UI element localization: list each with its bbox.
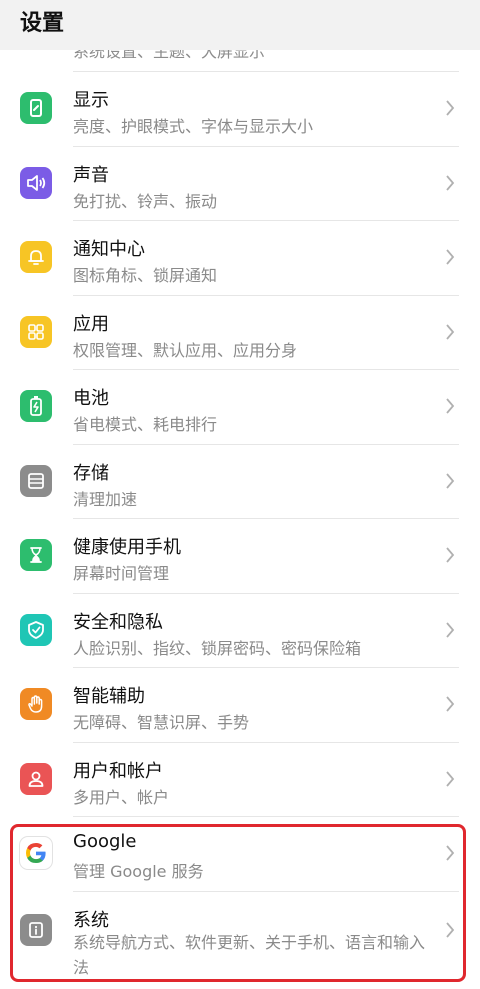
hand-icon xyxy=(20,688,52,720)
divider xyxy=(73,369,459,370)
item-subtitle: 图标角标、锁屏通知 xyxy=(73,266,218,285)
divider xyxy=(73,71,459,72)
chevron-right-icon xyxy=(446,398,455,414)
item-title: 系统 xyxy=(73,909,109,931)
item-title: Google xyxy=(73,831,137,852)
item-title: 健康使用手机 xyxy=(73,537,181,558)
item-title: 显示 xyxy=(73,90,109,111)
settings-item-storage[interactable]: 存储 清理加速 xyxy=(0,443,480,519)
item-title: 用户和帐户 xyxy=(73,760,163,782)
chevron-right-icon xyxy=(446,845,455,861)
settings-item-battery[interactable]: 电池 省电模式、耗电排行 xyxy=(0,369,480,444)
divider xyxy=(73,220,459,221)
item-title: 电池 xyxy=(73,388,109,409)
settings-item-security[interactable]: 安全和隐私 人脸识别、指纹、锁屏密码、密码保险箱 xyxy=(0,592,480,668)
divider xyxy=(73,145,459,147)
item-title: 声音 xyxy=(73,164,109,186)
chevron-right-icon xyxy=(446,770,455,787)
item-title: 智能辅助 xyxy=(73,686,145,707)
chevron-right-icon xyxy=(446,100,455,116)
hourglass-icon xyxy=(20,539,52,571)
speaker-icon xyxy=(20,166,52,199)
item-title: 通知中心 xyxy=(73,239,145,260)
storage-icon xyxy=(20,464,52,497)
chevron-right-icon xyxy=(446,696,455,712)
chevron-right-icon xyxy=(446,921,455,938)
settings-item-notifications[interactable]: 通知中心 图标角标、锁屏通知 xyxy=(0,220,480,295)
item-subtitle: 无障碍、智慧识屏、手势 xyxy=(73,713,250,732)
settings-list: 显示 亮度、护眼模式、字体与显示大小 声音 免打扰、铃声、振动 通知中心 图标角… xyxy=(0,71,480,981)
settings-item-sound[interactable]: 声音 免打扰、铃声、振动 xyxy=(0,145,480,221)
google-icon xyxy=(20,837,52,869)
display-icon xyxy=(20,92,52,124)
item-subtitle: 人脸识别、指纹、锁屏密码、密码保险箱 xyxy=(73,638,362,658)
chevron-right-icon xyxy=(446,174,455,191)
info-icon xyxy=(20,913,52,946)
item-subtitle: 免打扰、铃声、振动 xyxy=(73,191,218,211)
item-subtitle: 多用户、帐户 xyxy=(73,787,170,807)
divider xyxy=(73,294,459,296)
item-subtitle: 屏幕时间管理 xyxy=(73,564,170,583)
item-subtitle: 管理 Google 服务 xyxy=(73,862,204,881)
battery-icon xyxy=(20,390,52,422)
settings-item-smart-assistance[interactable]: 智能辅助 无障碍、智慧识屏、手势 xyxy=(0,667,480,742)
bell-icon xyxy=(20,241,52,273)
divider xyxy=(73,667,459,668)
shield-icon xyxy=(20,613,52,646)
settings-item-users-accounts[interactable]: 用户和帐户 多用户、帐户 xyxy=(0,741,480,817)
divider xyxy=(73,443,459,445)
chevron-right-icon xyxy=(446,547,455,563)
apps-grid-icon xyxy=(20,315,52,348)
item-subtitle: 亮度、护眼模式、字体与显示大小 xyxy=(73,117,314,136)
item-title: 存储 xyxy=(73,462,109,484)
divider xyxy=(73,890,459,892)
page-title: 设置 xyxy=(20,11,65,36)
divider xyxy=(73,741,459,743)
divider xyxy=(73,518,459,519)
settings-item-display[interactable]: 显示 亮度、护眼模式、字体与显示大小 xyxy=(0,71,480,146)
settings-item-system[interactable]: 系统 系统导航方式、软件更新、关于手机、语言和输入法 xyxy=(0,890,480,981)
item-subtitle: 省电模式、耗电排行 xyxy=(73,415,218,434)
item-subtitle: 清理加速 xyxy=(73,489,138,509)
chevron-right-icon xyxy=(446,323,455,340)
item-subtitle: 系统导航方式、软件更新、关于手机、语言和输入法 xyxy=(73,932,426,977)
settings-item-digital-balance[interactable]: 健康使用手机 屏幕时间管理 xyxy=(0,518,480,593)
header-bar: 设置 xyxy=(0,0,480,50)
chevron-right-icon xyxy=(446,472,455,489)
chevron-right-icon xyxy=(446,621,455,638)
item-subtitle: 权限管理、默认应用、应用分身 xyxy=(73,340,298,360)
item-title: 应用 xyxy=(73,313,109,335)
divider xyxy=(73,816,459,817)
chevron-right-icon xyxy=(446,249,455,265)
user-icon xyxy=(20,762,52,795)
settings-item-google[interactable]: Google 管理 Google 服务 xyxy=(0,816,480,891)
item-title: 安全和隐私 xyxy=(73,611,163,633)
settings-item-apps[interactable]: 应用 权限管理、默认应用、应用分身 xyxy=(0,294,480,370)
divider xyxy=(73,592,459,594)
